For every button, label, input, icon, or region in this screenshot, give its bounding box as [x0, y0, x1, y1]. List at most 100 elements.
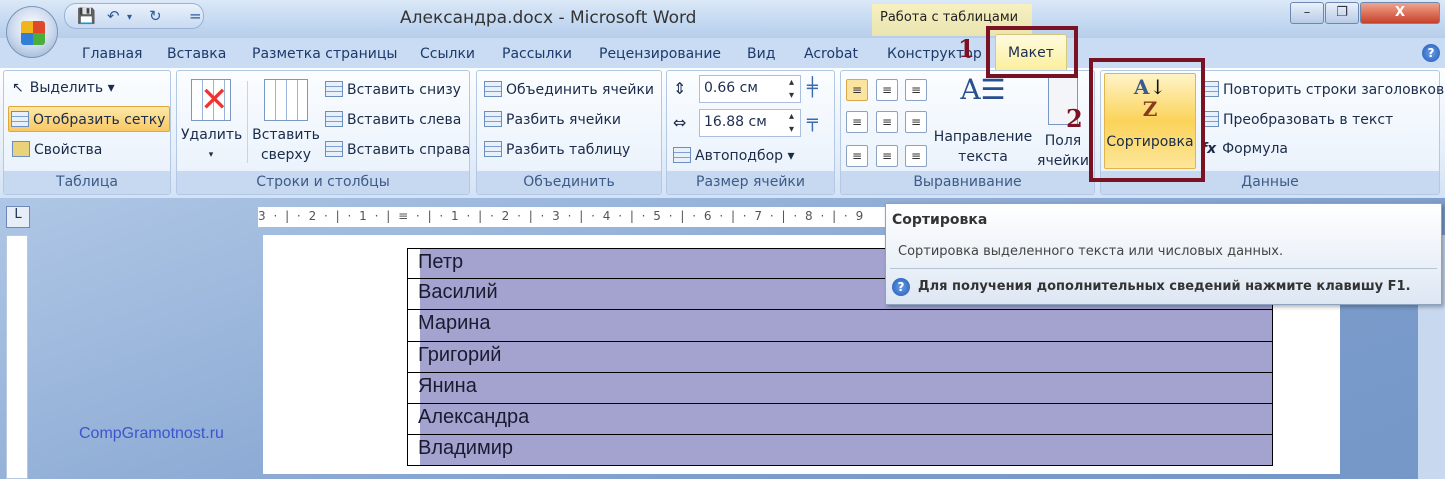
- spinner-icon[interactable]: ▴ ▾: [789, 110, 794, 136]
- office-button[interactable]: [6, 6, 58, 58]
- formula-button[interactable]: fx Формула: [1201, 141, 1288, 157]
- split-table-button[interactable]: Разбить таблицу: [484, 141, 630, 158]
- insert-right-button[interactable]: Вставить справа: [325, 141, 470, 158]
- merge-cells-button[interactable]: Объединить ячейки: [484, 81, 654, 98]
- table-cell-text: Владимир: [418, 437, 514, 460]
- group-rows-columns: ✕ Удалить ▾ Вставить сверху Вставить снизу …: [176, 70, 470, 195]
- tab-insert[interactable]: Вставка: [167, 46, 226, 62]
- text-direction-icon: A☰: [960, 73, 1006, 106]
- insert-above-label-2: сверху: [260, 147, 312, 163]
- cell-margins-label: Поля: [1044, 133, 1082, 149]
- annotation-step-2: 2: [1066, 104, 1083, 133]
- row-height-icon: ⇕: [673, 79, 687, 98]
- align-top-center-icon[interactable]: ≡: [876, 79, 898, 101]
- column-width-icon: ⇔: [673, 113, 687, 132]
- insert-above-icon: [264, 79, 308, 121]
- close-button[interactable]: X: [1360, 2, 1440, 24]
- autofit-icon: [673, 147, 691, 163]
- table-row[interactable]: Марина: [407, 310, 1273, 342]
- row-height-input[interactable]: 0.66 см ▴ ▾: [699, 75, 801, 103]
- text-direction-label: Направление: [933, 129, 1033, 145]
- save-icon[interactable]: 💾: [77, 7, 96, 25]
- show-grid-label: Отобразить сетку: [33, 112, 166, 128]
- delete-button[interactable]: ✕ Удалить ▾: [181, 79, 242, 165]
- insert-left-icon: [325, 111, 343, 127]
- vertical-ruler[interactable]: [6, 235, 28, 479]
- tab-references[interactable]: Ссылки: [420, 46, 475, 62]
- convert-to-text-button[interactable]: Преобразовать в текст: [1201, 111, 1393, 128]
- insert-above-label: Вставить: [252, 127, 320, 143]
- window-title: Александра.docx - Microsoft Word: [400, 8, 697, 28]
- convert-to-text-label: Преобразовать в текст: [1223, 112, 1394, 128]
- align-bottom-center-icon[interactable]: ≡: [876, 145, 898, 167]
- annotation-step-1: 1: [958, 34, 975, 63]
- ribbon-tabs: Главная Вставка Разметка страницы Ссылки…: [0, 38, 1445, 70]
- undo-icon[interactable]: ↶: [107, 7, 120, 25]
- align-top-left-icon[interactable]: ≡: [846, 79, 868, 101]
- tab-view[interactable]: Вид: [747, 46, 775, 62]
- repeat-header-label: Повторить строки заголовков: [1223, 82, 1445, 98]
- column-width-input[interactable]: 16.88 см ▴ ▾: [699, 109, 801, 137]
- autofit-label: Автоподбор ▾: [695, 148, 795, 164]
- properties-icon: [12, 141, 30, 157]
- restore-button[interactable]: ❐: [1325, 2, 1359, 24]
- cell-margins-label-2: ячейки: [1037, 153, 1089, 169]
- text-direction-button[interactable]: A☰ Направление текста: [933, 75, 1033, 167]
- table-row[interactable]: Григорий: [407, 341, 1273, 373]
- tab-page-layout[interactable]: Разметка страницы: [252, 46, 397, 62]
- annotation-box-layout-tab: [986, 26, 1078, 78]
- distribute-columns-icon[interactable]: ╤: [807, 111, 818, 132]
- tab-acrobat[interactable]: Acrobat: [804, 46, 858, 62]
- redo-icon[interactable]: ↻: [149, 7, 162, 25]
- insert-below-icon: [325, 81, 343, 97]
- select-button[interactable]: ↖ Выделить ▾: [12, 80, 115, 96]
- group-alignment: ≡ ≡ ≡ ≡ ≡ ≡ ≡ ≡ ≡ A☰ Направление текста По…: [840, 70, 1095, 195]
- tab-mailings[interactable]: Рассылки: [502, 46, 572, 62]
- split-cells-icon: [484, 111, 502, 127]
- tab-stop-selector[interactable]: L: [6, 206, 30, 228]
- table-row[interactable]: Владимир: [407, 435, 1273, 467]
- align-middle-right-icon[interactable]: ≡: [905, 111, 927, 133]
- separator: [247, 81, 248, 163]
- spinner-icon[interactable]: ▴ ▾: [789, 76, 794, 102]
- insert-above-button[interactable]: Вставить сверху: [251, 79, 321, 165]
- customize-qat-icon[interactable]: =: [189, 7, 202, 25]
- align-bottom-left-icon[interactable]: ≡: [846, 145, 868, 167]
- table-cell-text: Марина: [418, 312, 491, 335]
- autofit-button[interactable]: Автоподбор ▾: [673, 147, 795, 164]
- sort-tooltip: Сортировка Сортировка выделенного текста…: [885, 203, 1442, 305]
- tab-review[interactable]: Рецензирование: [599, 46, 721, 62]
- tab-home[interactable]: Главная: [82, 46, 142, 62]
- split-cells-button[interactable]: Разбить ячейки: [484, 111, 621, 128]
- table-cell-text: Петр: [418, 251, 464, 273]
- insert-left-button[interactable]: Вставить слева: [325, 111, 461, 128]
- group-table: ↖ Выделить ▾ Отобразить сетку Свойства Та…: [3, 70, 171, 195]
- tooltip-description: Сортировка выделенного текста или числов…: [898, 244, 1284, 259]
- insert-below-button[interactable]: Вставить снизу: [325, 81, 461, 98]
- properties-button[interactable]: Свойства: [12, 141, 102, 158]
- help-icon: ?: [892, 278, 910, 296]
- tooltip-divider: [890, 268, 1437, 269]
- show-grid-button[interactable]: Отобразить сетку: [8, 106, 170, 132]
- tooltip-help-text: Для получения дополнительных сведений на…: [918, 279, 1411, 294]
- table-row[interactable]: Янина: [407, 372, 1273, 404]
- insert-left-label: Вставить слева: [347, 112, 462, 128]
- repeat-header-rows-button[interactable]: Повторить строки заголовков: [1201, 81, 1444, 98]
- align-bottom-right-icon[interactable]: ≡: [905, 145, 927, 167]
- merge-cells-label: Объединить ячейки: [506, 82, 655, 98]
- align-top-right-icon[interactable]: ≡: [905, 79, 927, 101]
- horizontal-ruler[interactable]: 3 · | · 2 · | · 1 · | ≡ · | · 1 · | · 2 …: [258, 207, 888, 227]
- align-middle-center-icon[interactable]: ≡: [876, 111, 898, 133]
- distribute-rows-icon[interactable]: ╪: [807, 77, 818, 98]
- annotation-box-sort: [1089, 58, 1205, 182]
- align-middle-left-icon[interactable]: ≡: [846, 111, 868, 133]
- merge-cells-icon: [484, 81, 502, 97]
- minimize-button[interactable]: –: [1290, 2, 1324, 24]
- table-cell-text: Григорий: [418, 343, 502, 366]
- undo-dropdown-icon[interactable]: ▾: [127, 12, 132, 23]
- insert-below-label: Вставить снизу: [347, 82, 461, 98]
- help-icon[interactable]: ?: [1422, 44, 1440, 62]
- table-row[interactable]: Александра: [407, 403, 1273, 436]
- dropdown-arrow-icon: ▾: [208, 150, 214, 160]
- split-table-label: Разбить таблицу: [506, 142, 631, 158]
